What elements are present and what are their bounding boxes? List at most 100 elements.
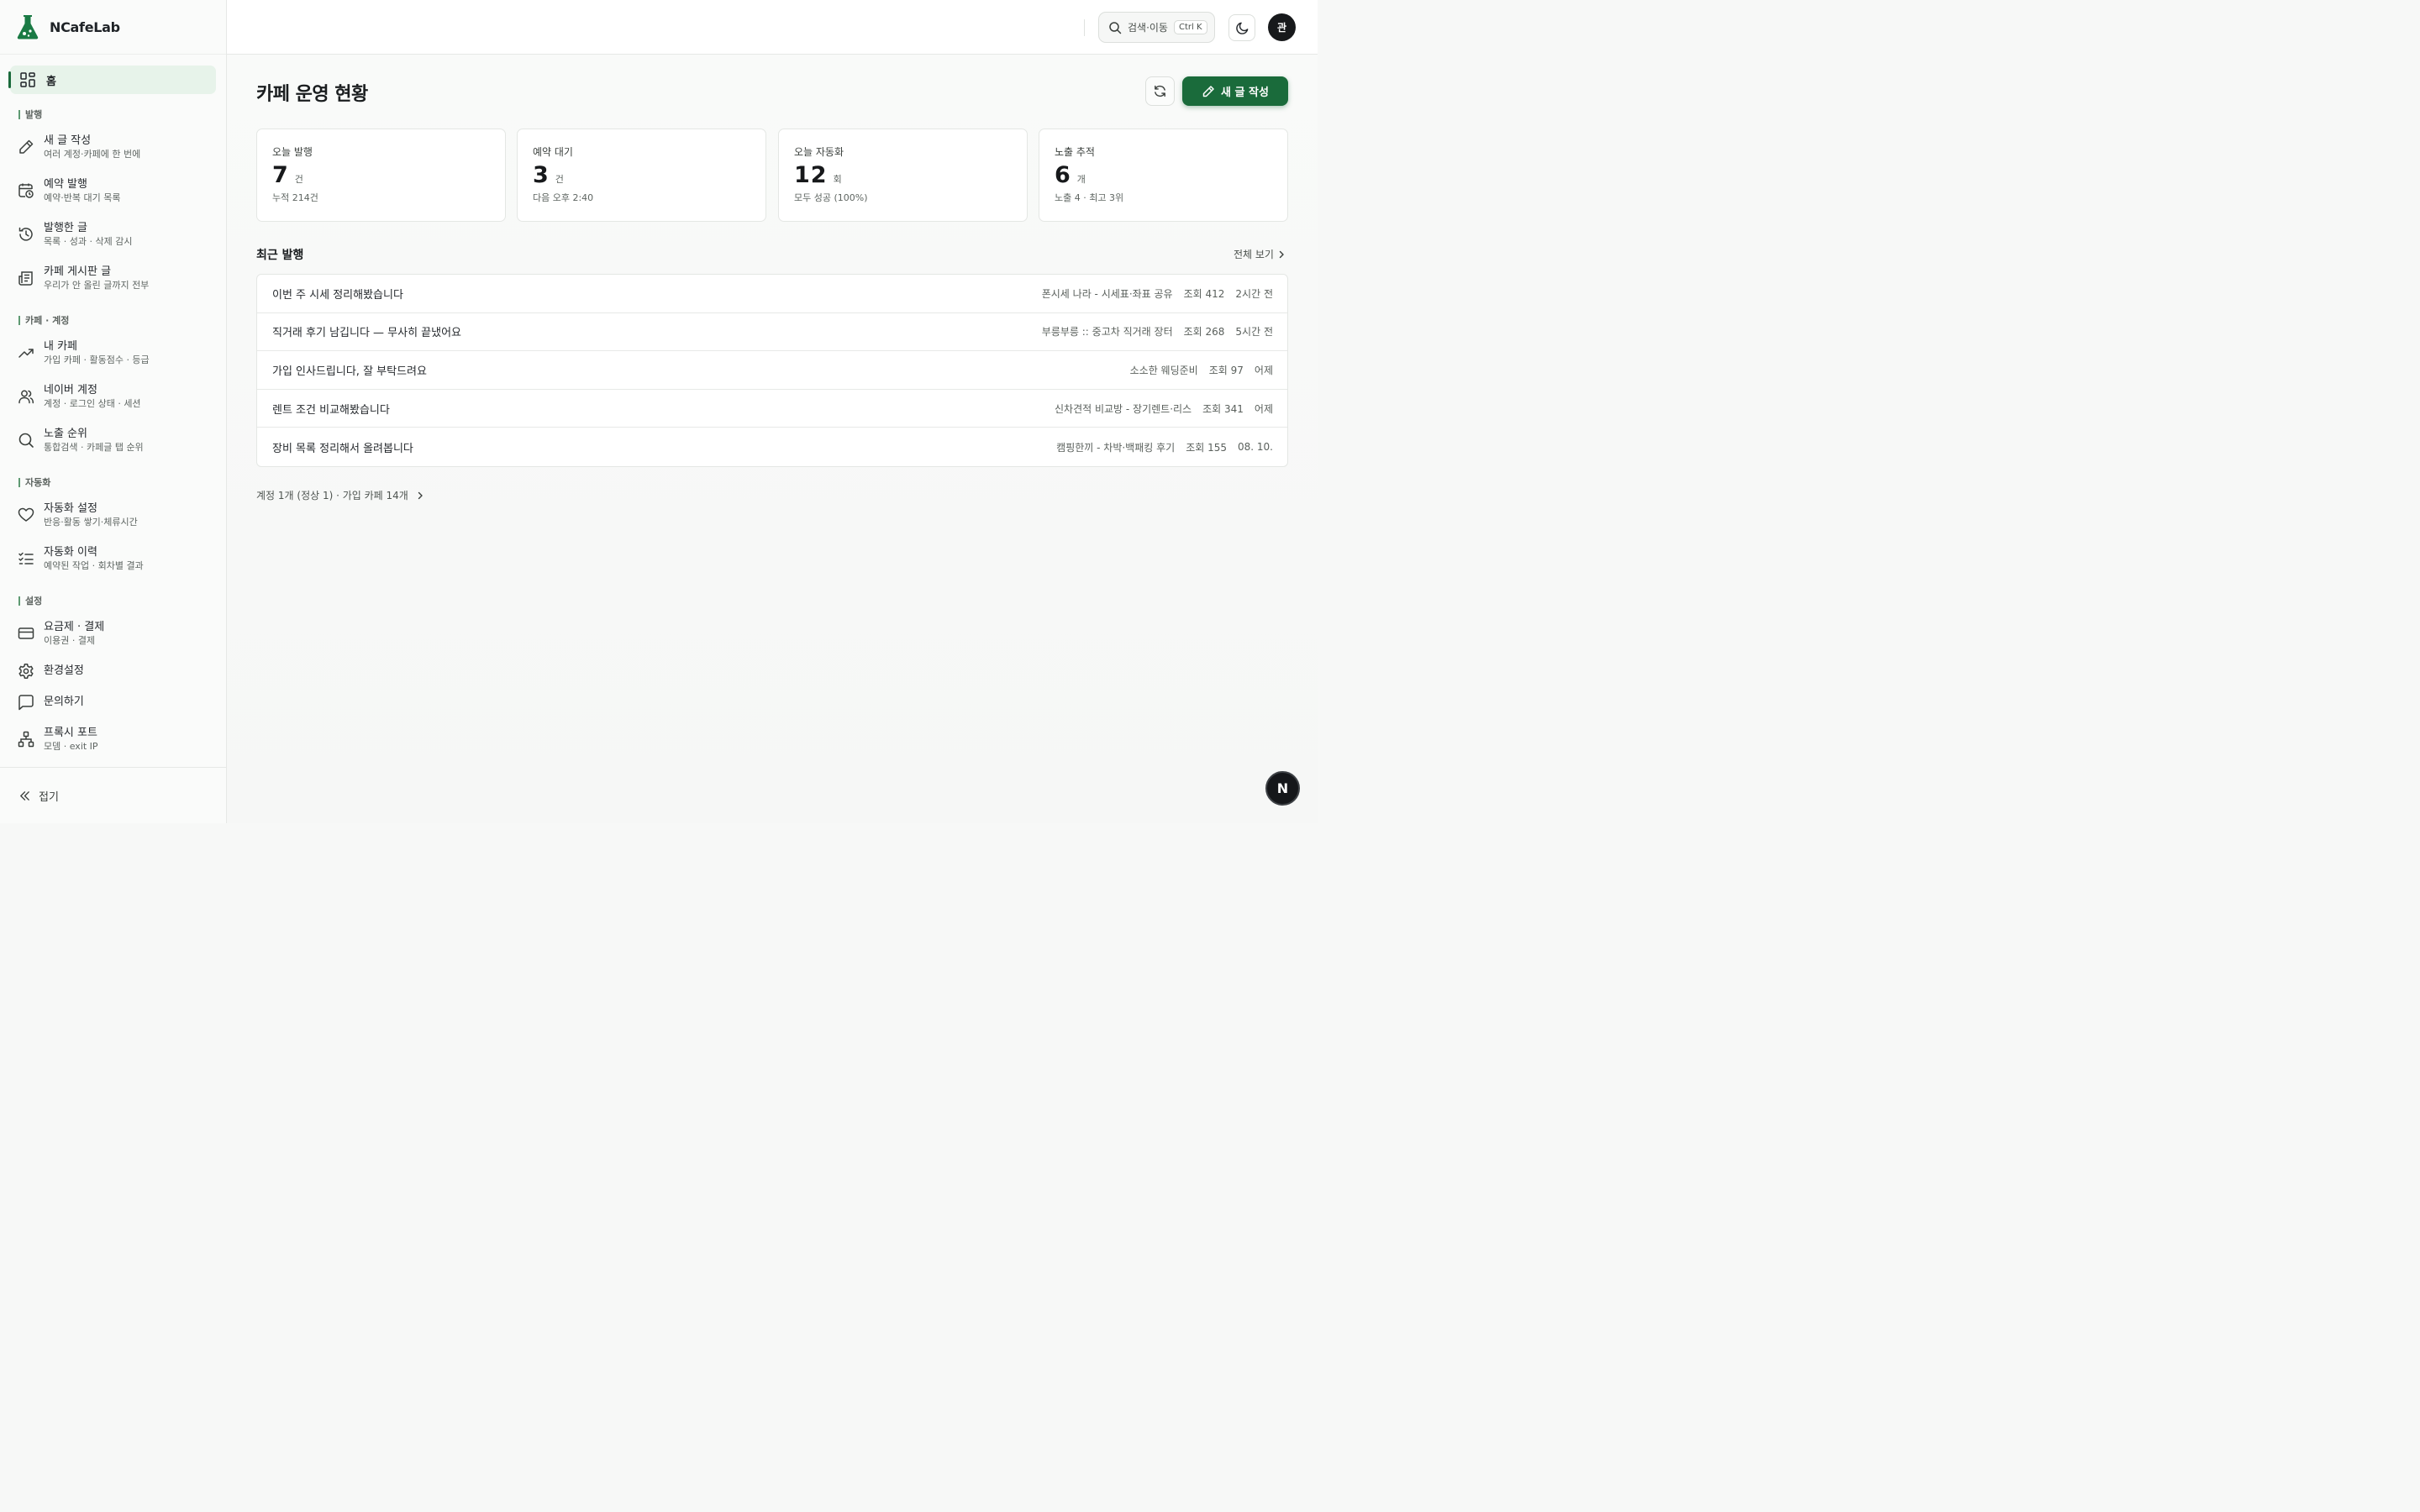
sidebar-item-proxy[interactable]: 프록시 포트 모뎀 · exit IP xyxy=(0,717,226,761)
stat-card-exposure-tracking[interactable]: 노출 추적 6 개 노출 4 · 최고 3위 xyxy=(1039,129,1288,222)
sidebar-item-my-cafe[interactable]: 내 카페 가입 카페 · 활동점수 · 등급 xyxy=(0,331,226,375)
post-views: 조회 268 xyxy=(1183,326,1225,339)
collapse-sidebar-button[interactable]: 접기 xyxy=(0,767,226,823)
user-avatar[interactable]: 관 xyxy=(1268,13,1296,41)
chevrons-left-icon xyxy=(20,790,29,801)
sidebar-item-desc: 가입 카페 · 활동점수 · 등급 xyxy=(44,354,150,365)
dashboard-icon xyxy=(20,72,35,87)
calendar-clock-icon xyxy=(18,183,34,198)
sidebar-item-new-post[interactable]: 새 글 작성 여러 계정·카페에 한 번에 xyxy=(0,125,226,169)
sidebar-item-title: 발행한 글 xyxy=(44,222,87,234)
credit-card-icon xyxy=(18,627,34,639)
stat-label: 오늘 발행 xyxy=(272,146,313,158)
sidebar-item-title: 내 카페 xyxy=(44,340,78,353)
post-time: 5시간 전 xyxy=(1235,326,1273,339)
sidebar-item-cafe-board[interactable]: 카페 게시판 글 우리가 안 올린 글까지 전부 xyxy=(0,256,226,300)
users-icon xyxy=(18,390,34,404)
stat-card-today-automation[interactable]: 오늘 자동화 12 회 모두 성공 (100%) xyxy=(778,129,1028,222)
sidebar-item-desc: 반응·활동 쌓기·체류시간 xyxy=(44,517,138,528)
sidebar: NCafeLab 홈 발행 새 글 작성 여러 계정·카페에 한 번에 예약 발… xyxy=(0,0,227,823)
sidebar-item-title: 카페 게시판 글 xyxy=(44,265,112,278)
sidebar-nav: 홈 발행 새 글 작성 여러 계정·카페에 한 번에 예약 발행 예약·반복 대… xyxy=(0,55,226,761)
heart-icon xyxy=(18,507,34,522)
header-divider xyxy=(1084,19,1085,36)
message-square-icon xyxy=(18,694,34,710)
sidebar-item-title: 문의하기 xyxy=(44,696,84,708)
stat-unit: 회 xyxy=(833,174,842,185)
collapse-label: 접기 xyxy=(39,790,59,804)
sidebar-item-desc: 목록 · 성과 · 삭제 감시 xyxy=(44,236,133,247)
post-views: 조회 341 xyxy=(1202,402,1244,415)
recent-post-row[interactable]: 이번 주 시세 정리해봤습니다 폰시세 나라 - 시세표·좌표 공유 조회 41… xyxy=(257,275,1287,313)
gear-icon xyxy=(18,663,34,679)
floating-action-button[interactable]: N xyxy=(1265,771,1300,806)
recent-posts-list: 이번 주 시세 정리해봤습니다 폰시세 나라 - 시세표·좌표 공유 조회 41… xyxy=(256,274,1288,467)
sidebar-item-title: 새 글 작성 xyxy=(44,134,92,147)
stat-unit: 개 xyxy=(1076,174,1086,185)
recent-post-row[interactable]: 장비 목록 정리해서 올려봅니다 캠핑한끼 - 차박·백패킹 후기 조회 155… xyxy=(257,428,1287,466)
sidebar-item-desc: 모뎀 · exit IP xyxy=(44,741,98,752)
sidebar-item-naver-account[interactable]: 네이버 계정 계정 · 로그인 상태 · 세션 xyxy=(0,375,226,418)
refresh-button[interactable] xyxy=(1145,76,1175,106)
history-icon xyxy=(18,227,33,241)
main-content: 카페 운영 현황 새 글 작성 오늘 발행 7 건 누적 214건 예약 대기 … xyxy=(227,55,1318,823)
sidebar-item-home[interactable]: 홈 xyxy=(8,66,216,94)
stat-sub: 노출 4 · 최고 3위 xyxy=(1055,192,1124,203)
sidebar-item-scheduled[interactable]: 예약 발행 예약·반복 대기 목록 xyxy=(0,169,226,213)
recent-posts-heading: 최근 발행 xyxy=(256,249,304,262)
sidebar-item-contact[interactable]: 문의하기 xyxy=(0,686,226,717)
chevron-right-icon xyxy=(1279,250,1284,258)
sidebar-item-title: 예약 발행 xyxy=(44,178,87,191)
checklist-icon xyxy=(18,552,34,564)
post-title: 렌트 조건 비교해봤습니다 xyxy=(272,403,390,417)
search-shortcut-badge: Ctrl K xyxy=(1173,20,1207,34)
sidebar-item-auto-history[interactable]: 자동화 이력 예약된 작업 · 회차별 결과 xyxy=(0,537,226,580)
account-summary-text: 계정 1개 (정상 1) · 가입 카페 14개 xyxy=(256,490,408,501)
command-search-button[interactable]: 검색·이동 Ctrl K xyxy=(1098,12,1215,43)
stat-sub: 모두 성공 (100%) xyxy=(794,192,868,203)
stat-card-scheduled[interactable]: 예약 대기 3 건 다음 오후 2:40 xyxy=(517,129,766,222)
sidebar-item-billing[interactable]: 요금제 · 결제 이용권 · 결제 xyxy=(0,612,226,655)
recent-post-row[interactable]: 직거래 후기 남깁니다 — 무사히 끝냈어요 부릉부릉 :: 중고차 직거래 장… xyxy=(257,313,1287,352)
sidebar-section-cafe-account: 카페 · 계정 xyxy=(0,309,226,331)
brand[interactable]: NCafeLab xyxy=(0,0,226,55)
sidebar-section-settings: 설정 xyxy=(0,590,226,612)
recent-post-row[interactable]: 렌트 조건 비교해봤습니다 신차견적 비교방 - 장기렌트·리스 조회 341 … xyxy=(257,390,1287,428)
sidebar-item-title: 자동화 이력 xyxy=(44,546,97,559)
sidebar-item-title: 네이버 계정 xyxy=(44,384,97,396)
post-title: 장비 목록 정리해서 올려봅니다 xyxy=(272,442,413,455)
network-icon xyxy=(18,731,34,748)
stat-unit: 건 xyxy=(294,174,303,185)
sidebar-section-automation: 자동화 xyxy=(0,471,226,493)
post-time: 08. 10. xyxy=(1238,441,1273,454)
sidebar-item-desc: 계정 · 로그인 상태 · 세션 xyxy=(44,398,141,409)
search-placeholder: 검색·이동 xyxy=(1128,22,1168,34)
new-post-button[interactable]: 새 글 작성 xyxy=(1182,76,1288,106)
stat-label: 오늘 자동화 xyxy=(794,146,844,158)
see-all-link[interactable]: 전체 보기 xyxy=(1234,247,1286,261)
pencil-icon xyxy=(1202,85,1214,97)
post-cafe: 신차견적 비교방 - 장기렌트·리스 xyxy=(1054,402,1192,415)
stat-label: 노출 추적 xyxy=(1055,146,1095,158)
post-time: 어제 xyxy=(1254,402,1273,415)
sidebar-item-auto-settings[interactable]: 자동화 설정 반응·활동 쌓기·체류시간 xyxy=(0,493,226,537)
sidebar-item-desc: 여러 계정·카페에 한 번에 xyxy=(44,149,141,160)
brand-name: NCafeLab xyxy=(50,18,120,35)
stat-unit: 건 xyxy=(555,174,564,185)
sidebar-item-label: 홈 xyxy=(46,75,56,88)
sidebar-item-title: 자동화 설정 xyxy=(44,502,97,515)
sidebar-item-published[interactable]: 발행한 글 목록 · 성과 · 삭제 감시 xyxy=(0,213,226,256)
stat-sub: 다음 오후 2:40 xyxy=(533,192,594,203)
sidebar-item-title: 프록시 포트 xyxy=(44,727,97,739)
moon-icon xyxy=(1235,22,1248,34)
recent-post-row[interactable]: 가입 인사드립니다, 잘 부탁드려요 소소한 웨딩준비 조회 97 어제 xyxy=(257,351,1287,390)
account-summary-link[interactable]: 계정 1개 (정상 1) · 가입 카페 14개 xyxy=(256,488,425,502)
theme-toggle-button[interactable] xyxy=(1228,14,1255,41)
stat-value: 7 xyxy=(272,162,289,188)
chevron-right-icon xyxy=(418,491,423,499)
stat-card-today-published[interactable]: 오늘 발행 7 건 누적 214건 xyxy=(256,129,506,222)
sidebar-item-ranking[interactable]: 노출 순위 통합검색 · 카페글 탭 순위 xyxy=(0,418,226,462)
sidebar-item-preferences[interactable]: 환경설정 xyxy=(0,655,226,686)
stats-cards: 오늘 발행 7 건 누적 214건 예약 대기 3 건 다음 오후 2:40 오… xyxy=(256,129,1288,222)
app-root: NCafeLab 홈 발행 새 글 작성 여러 계정·카페에 한 번에 예약 발… xyxy=(0,0,1318,823)
